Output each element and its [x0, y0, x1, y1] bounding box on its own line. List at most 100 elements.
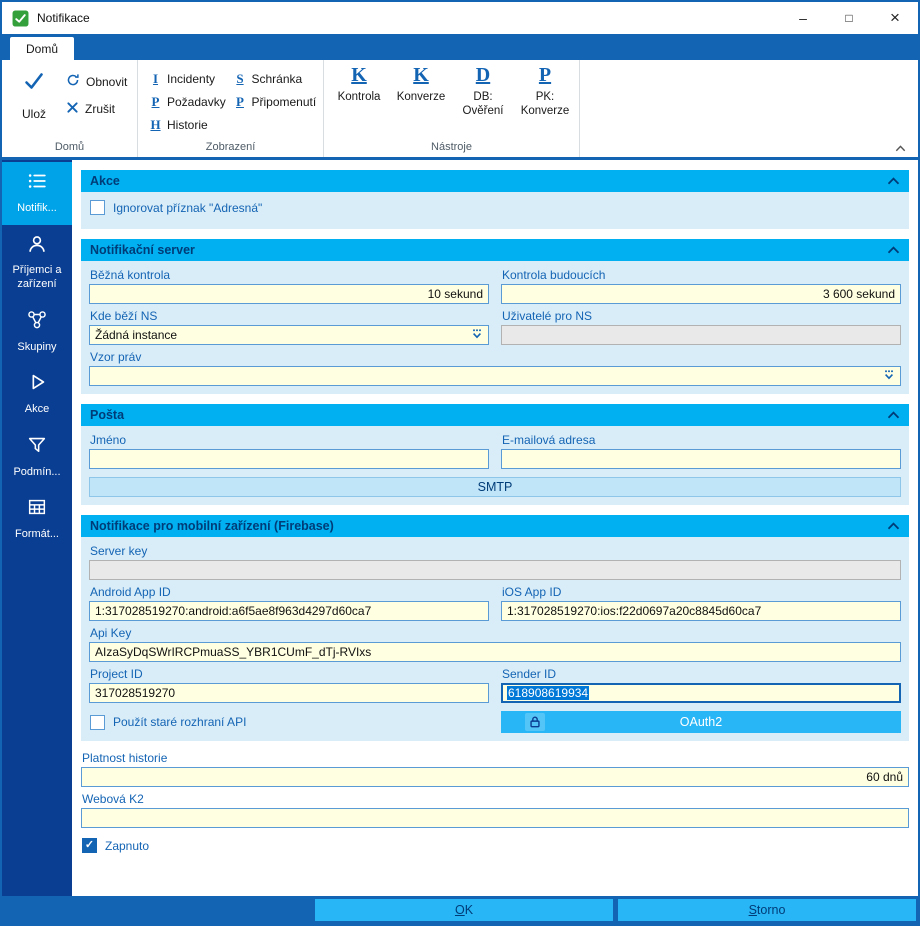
android-app-id-field[interactable]: 1:317028519270:android:a6f5ae8f963d4297d… [89, 601, 489, 621]
field-label: Běžná kontrola [90, 268, 488, 282]
save-button[interactable]: Ulož [8, 64, 60, 140]
enabled-label: Zapnuto [105, 839, 149, 853]
field-value: Žádná instance [95, 328, 177, 342]
field-label: Kde běží NS [90, 309, 488, 323]
ribbon-item-pripomenuti[interactable]: P Připomenutí [233, 90, 320, 113]
group-label-domu: Domů [2, 140, 137, 157]
pozadavky-label: Požadavky [167, 95, 226, 109]
sidebar-item-label: Příjemci a zařízení [4, 264, 70, 292]
sender-id-field[interactable]: 618908619934 [501, 683, 901, 703]
field-label: Kontrola budoucích [502, 268, 900, 282]
smtp-button[interactable]: SMTP [89, 477, 901, 497]
section-header-mail[interactable]: Pošta [81, 404, 909, 426]
oauth2-button[interactable]: OAuth2 [501, 711, 901, 733]
pk-konverze-label: PK: Konverze [521, 90, 570, 119]
old-api-checkbox[interactable] [90, 715, 105, 730]
field-label: Webová K2 [82, 792, 908, 806]
sidebar-item-label: Notifik... [17, 202, 57, 216]
field-value: AIzaSyDqSWrIRCPmuaSS_YBR1CUmF_dTj-RVIxs [95, 645, 371, 659]
window-controls: – □ × [780, 2, 918, 34]
ignore-flag-checkbox[interactable] [90, 200, 105, 215]
section-header-akce[interactable]: Akce [81, 170, 909, 192]
refresh-button[interactable]: Obnovit [64, 72, 129, 91]
mail-name-field[interactable] [89, 449, 489, 469]
ribbon-item-konverze[interactable]: K Konverze [390, 64, 452, 140]
app-icon [12, 10, 29, 27]
group-label-nastroje: Nástroje [324, 140, 579, 157]
schranka-label: Schránka [252, 72, 303, 86]
field-label: Platnost historie [82, 751, 908, 765]
ribbon-collapse-icon[interactable] [895, 145, 906, 152]
field-value: 1:317028519270:android:a6f5ae8f963d4297d… [95, 604, 371, 618]
ribbon-item-db-overeni[interactable]: D DB: Ověření [452, 64, 514, 140]
web-k2-field[interactable] [81, 808, 909, 828]
section-header-firebase[interactable]: Notifikace pro mobilní zařízení (Firebas… [81, 515, 909, 537]
historie-letter-icon: H [150, 117, 161, 133]
ok-button[interactable]: OK [315, 899, 613, 921]
regular-check-field[interactable]: 10 sekund [89, 284, 489, 304]
person-icon [26, 233, 48, 260]
section-firebase: Notifikace pro mobilní zařízení (Firebas… [81, 515, 909, 741]
ribbon-group-nastroje: K Kontrola K Konverze D DB: Ověření P PK… [324, 60, 580, 157]
ribbon-item-pozadavky[interactable]: P Požadavky [148, 90, 229, 113]
field-label: Server key [90, 544, 900, 558]
collapse-chevron-icon[interactable] [887, 522, 900, 530]
section-header-notification-server[interactable]: Notifikační server [81, 239, 909, 261]
ribbon-item-pk-konverze[interactable]: P PK: Konverze [514, 64, 576, 140]
storno-button[interactable]: Storno [618, 899, 916, 921]
rights-template-dropdown[interactable] [89, 366, 901, 386]
field-label: Sender ID [502, 667, 900, 681]
ios-app-id-field[interactable]: 1:317028519270:ios:f22d0697a20c8845d60ca… [501, 601, 901, 621]
section-title: Notifikační server [90, 243, 195, 257]
content: Akce Ignorovat příznak "Adresná" Notifik… [72, 160, 918, 896]
sidebar-item-notifikace[interactable]: Notifik... [2, 162, 72, 225]
close-button[interactable]: × [872, 2, 918, 34]
section-title: Akce [90, 174, 120, 188]
db-overeni-label: DB: Ověření [463, 90, 504, 119]
enabled-checkbox[interactable] [82, 838, 97, 853]
sidebar-item-label: Akce [25, 403, 49, 417]
window-title: Notifikace [37, 11, 90, 25]
ribbon-empty-area [580, 60, 918, 157]
sidebar-item-akce[interactable]: Akce [2, 363, 72, 426]
sidebar-item-skupiny[interactable]: Skupiny [2, 301, 72, 364]
ribbon-item-schranka[interactable]: S Schránka [233, 67, 320, 90]
ribbon-item-historie[interactable]: H Historie [148, 113, 229, 136]
db-overeni-letter-icon: D [476, 64, 490, 87]
ns-location-dropdown[interactable]: Žádná instance [89, 325, 489, 345]
project-id-field[interactable]: 317028519270 [89, 683, 489, 703]
minimize-button[interactable]: – [780, 2, 826, 34]
dropdown-icon [883, 369, 895, 384]
ribbon-tab-row: Domů [2, 34, 918, 60]
cancel-button[interactable]: Zrušit [64, 100, 129, 118]
ribbon-item-incidenty[interactable]: I Incidenty [148, 67, 229, 90]
pripomenuti-letter-icon: P [235, 94, 246, 110]
future-check-field[interactable]: 3 600 sekund [501, 284, 901, 304]
collapse-chevron-icon[interactable] [887, 411, 900, 419]
collapse-chevron-icon[interactable] [887, 177, 900, 185]
mail-email-field[interactable] [501, 449, 901, 469]
refresh-icon [66, 73, 80, 90]
sidebar-item-label: Skupiny [17, 341, 56, 355]
history-validity-field[interactable]: 60 dnů [81, 767, 909, 787]
lock-icon [525, 713, 545, 731]
sidebar-item-label: Formát... [15, 528, 59, 542]
ribbon-item-kontrola[interactable]: K Kontrola [328, 64, 390, 140]
maximize-button[interactable]: □ [826, 2, 872, 34]
sidebar-item-podminky[interactable]: Podmín... [2, 426, 72, 489]
field-value: 10 sekund [428, 287, 483, 301]
sidebar-item-prijemci-a-zarizeni[interactable]: Příjemci a zařízení [2, 225, 72, 301]
collapse-chevron-icon[interactable] [887, 246, 900, 254]
oauth2-label: OAuth2 [680, 715, 722, 729]
server-key-field [89, 560, 901, 580]
pozadavky-letter-icon: P [150, 94, 161, 110]
refresh-label: Obnovit [86, 75, 127, 89]
tab-domu[interactable]: Domů [10, 37, 74, 60]
api-key-field[interactable]: AIzaSyDqSWrIRCPmuaSS_YBR1CUmF_dTj-RVIxs [89, 642, 901, 662]
sidebar-item-format[interactable]: Formát... [2, 488, 72, 551]
schranka-letter-icon: S [235, 71, 246, 87]
field-value: 60 dnů [866, 770, 903, 784]
notifikace-window: Notifikace – □ × Domů Ulož [0, 0, 920, 926]
footer: OK Storno [2, 896, 918, 924]
pk-konverze-letter-icon: P [539, 64, 551, 87]
